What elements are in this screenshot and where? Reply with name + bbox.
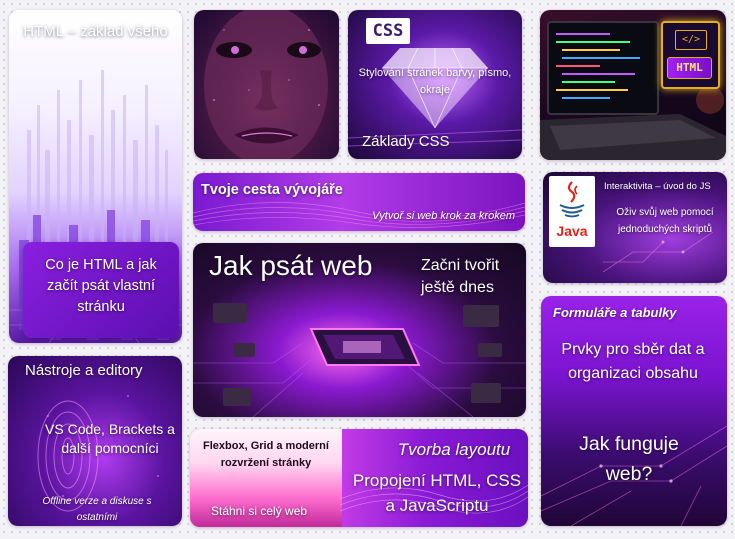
css-badge: CSS	[366, 18, 410, 44]
tools-note: Offline verze a diskuse s ostatními	[42, 496, 152, 523]
tile-tools[interactable]: Nástroje a editory VS Code, Brackets a d…	[8, 356, 182, 526]
css-title: Základy CSS	[362, 133, 450, 150]
java-logo-text: Java	[556, 223, 588, 239]
css-subtitle: Stylování stránek barvy, písmo, okraje	[358, 67, 512, 97]
intro-card-text: Co je HTML a jak začít psát vlastní strá…	[45, 257, 157, 316]
tile-html-file[interactable]: </> HTML	[540, 10, 726, 160]
layout-left-cta[interactable]: Stáhni si celý web	[211, 504, 307, 519]
js-subtitle: Oživ svůj web pomocí jednoduchých skript…	[616, 207, 714, 235]
java-logo: Java	[549, 176, 595, 247]
face-graphic	[204, 10, 328, 159]
css-badge-label: CSS	[372, 21, 404, 41]
dev-path-title: Tvoje cesta vývojáře	[201, 182, 343, 198]
tools-subtitle: VS Code, Brackets a další pomocníci	[45, 421, 175, 456]
tile-forms[interactable]: Formuláře a tabulky Prvky pro sběr dat a…	[541, 296, 727, 526]
code-brackets-icon: </>	[675, 30, 707, 50]
tile-title: HTML – základ všeho	[23, 23, 168, 40]
tile-html-basics[interactable]: HTML – základ všeho Co je HTML a jak zač…	[9, 10, 182, 343]
tile-write-web[interactable]: Jak psát web Začni tvořit ještě dnes	[193, 243, 526, 417]
html-file-icon: </> HTML	[661, 21, 720, 89]
dev-path-subtitle: Vytvoř si web krok za krokem	[372, 210, 515, 222]
layout-subtitle: Propojení HTML, CSS a JavaScriptu	[352, 471, 522, 515]
coffee-cup-icon	[559, 181, 585, 218]
tile-portrait[interactable]	[194, 10, 339, 159]
tile-dev-path[interactable]: Tvoje cesta vývojáře Vytvoř si web krok …	[193, 173, 525, 231]
forms-title: Formuláře a tabulky	[553, 305, 677, 320]
html-file-label: HTML	[676, 61, 703, 74]
intro-card[interactable]: Co je HTML a jak začít psát vlastní strá…	[23, 242, 179, 338]
tools-title: Nástroje a editory	[25, 362, 143, 379]
forms-subtitle: Prvky pro sběr dat a organizaci obsahu	[561, 341, 705, 382]
layout-left-title: Flexbox, Grid a moderní rozvržení stránk…	[203, 440, 329, 469]
js-title: Interaktivita – úvod do JS	[604, 181, 711, 192]
tile-layout[interactable]: Flexbox, Grid a moderní rozvržení stránk…	[190, 429, 528, 527]
write-web-cta: Začni tvořit ještě dnes	[421, 257, 500, 297]
layout-title: Tvorba layoutu	[397, 440, 511, 459]
circuit-lines-graphic	[541, 425, 727, 526]
write-web-title: Jak psát web	[209, 250, 373, 281]
tile-js[interactable]: Java Interaktivita – úvod do JS Oživ svů…	[543, 172, 727, 283]
tile-css[interactable]: CSS Stylování stránek barvy, písmo, okra…	[348, 10, 522, 159]
forms-question: Jak funguje web?	[579, 433, 679, 486]
